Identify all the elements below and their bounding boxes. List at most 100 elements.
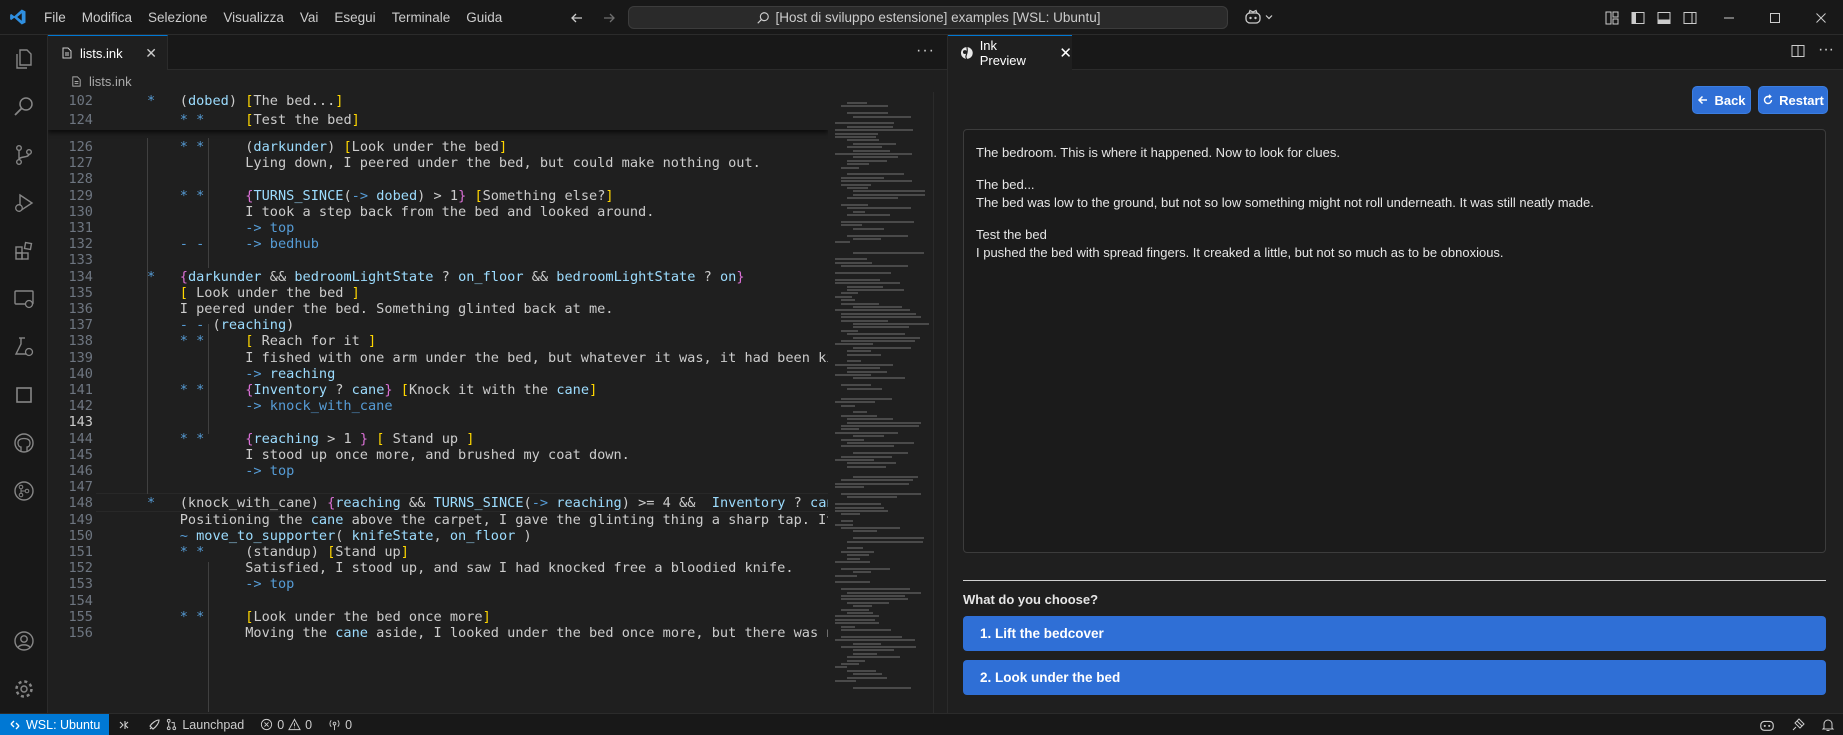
source-control-icon[interactable] bbox=[0, 131, 48, 179]
feedback-icon[interactable] bbox=[1791, 718, 1805, 732]
launchpad-label: Launchpad bbox=[182, 717, 245, 732]
back-arrow-icon[interactable] bbox=[568, 9, 586, 27]
search-sidebar-icon[interactable] bbox=[0, 83, 48, 131]
pull-request-icon bbox=[167, 718, 177, 731]
minimap-line bbox=[853, 142, 897, 145]
sync-icon bbox=[119, 720, 129, 729]
minimap-line bbox=[853, 652, 877, 655]
chevron-down-icon bbox=[1265, 15, 1273, 20]
menu-item-terminale[interactable]: Terminale bbox=[384, 0, 459, 35]
breadcrumb-file[interactable]: lists.ink bbox=[89, 74, 132, 89]
launchpad-item[interactable]: Launchpad bbox=[139, 718, 252, 732]
toggle-primary-sidebar-icon[interactable] bbox=[1630, 10, 1646, 26]
notifications-bell-icon[interactable] bbox=[1821, 718, 1835, 732]
minimap-line bbox=[835, 261, 872, 264]
gitlens-icon[interactable] bbox=[0, 467, 48, 515]
ink-panel-icon[interactable] bbox=[0, 371, 48, 419]
minimap-line bbox=[847, 370, 887, 373]
tab-label: lists.ink bbox=[80, 45, 123, 61]
back-button[interactable]: Back bbox=[1692, 86, 1751, 114]
ports-status[interactable]: 0 bbox=[320, 718, 360, 732]
minimap[interactable] bbox=[831, 92, 931, 713]
copilot-icon bbox=[1245, 9, 1261, 24]
choice-button-2[interactable]: 2. Look under the bed bbox=[963, 660, 1826, 695]
minimize-icon[interactable] bbox=[1706, 0, 1752, 35]
extensions-icon[interactable] bbox=[0, 227, 48, 275]
testing-icon[interactable] bbox=[0, 323, 48, 371]
navigation-arrows bbox=[568, 0, 618, 35]
command-center-search[interactable]: [Host di sviluppo estensione] examples [… bbox=[628, 6, 1228, 29]
minimap-line bbox=[853, 306, 902, 308]
story-line: Test the bed bbox=[976, 227, 1047, 242]
story-line: The bedroom. This is where it happened. … bbox=[976, 145, 1340, 160]
tab-lists-ink[interactable]: lists.ink ✕ bbox=[48, 35, 168, 70]
tab-ink-preview[interactable]: Ink Preview ✕ bbox=[948, 35, 1072, 70]
remote-indicator[interactable]: WSL: Ubuntu bbox=[0, 713, 110, 735]
more-actions-icon[interactable]: ··· bbox=[916, 42, 935, 60]
minimap-line bbox=[841, 588, 911, 591]
editor-scrollbar[interactable] bbox=[933, 92, 947, 713]
minimap-line bbox=[841, 550, 874, 553]
story-line: The bed... bbox=[976, 177, 1035, 192]
tab-label: Ink Preview bbox=[979, 38, 1026, 68]
code-line: 124 * * [Test the bed] bbox=[48, 111, 828, 130]
github-icon[interactable] bbox=[0, 419, 48, 467]
menu-item-modifica[interactable]: Modifica bbox=[74, 0, 140, 35]
back-label: Back bbox=[1714, 92, 1746, 108]
minimap-line bbox=[847, 367, 881, 370]
account-icon[interactable] bbox=[0, 617, 48, 665]
minimap-line bbox=[847, 207, 911, 210]
toggle-panel-icon[interactable] bbox=[1656, 10, 1672, 26]
remote-icon bbox=[10, 720, 20, 729]
run-debug-icon[interactable] bbox=[0, 179, 48, 227]
menu-bar: File Modifica Selezione Visualizza Vai Esegui… bbox=[36, 0, 510, 35]
customize-layout-icon[interactable] bbox=[1604, 10, 1620, 26]
menu-item-file[interactable]: File bbox=[36, 0, 74, 35]
minimap-line bbox=[841, 316, 921, 319]
settings-gear-icon[interactable] bbox=[0, 665, 48, 713]
close-icon[interactable]: ✕ bbox=[1059, 44, 1072, 62]
file-icon bbox=[62, 47, 72, 59]
remote-explorer-icon[interactable] bbox=[0, 275, 48, 323]
minimap-line bbox=[847, 421, 922, 424]
minimap-line bbox=[847, 234, 908, 237]
close-window-icon[interactable] bbox=[1798, 0, 1843, 35]
minimap-line bbox=[835, 258, 867, 261]
forward-arrow-icon[interactable] bbox=[600, 9, 618, 27]
minimap-line bbox=[847, 112, 888, 115]
menu-item-visualizza[interactable]: Visualizza bbox=[215, 0, 292, 35]
minimap-line bbox=[847, 214, 890, 217]
minimap-line bbox=[853, 323, 930, 325]
toggle-secondary-sidebar-icon[interactable] bbox=[1682, 10, 1698, 26]
menu-item-guida[interactable]: Guida bbox=[458, 0, 510, 35]
explorer-icon[interactable] bbox=[0, 35, 48, 83]
status-right bbox=[1759, 714, 1835, 735]
minimap-line bbox=[847, 360, 862, 363]
close-icon[interactable]: ✕ bbox=[145, 45, 157, 62]
minimap-line bbox=[841, 598, 908, 601]
problems-status[interactable]: 0 0 bbox=[252, 718, 320, 732]
more-actions-icon[interactable]: ··· bbox=[1818, 42, 1834, 59]
minimap-line bbox=[835, 622, 879, 625]
minimap-line bbox=[841, 425, 920, 427]
split-editor-icon[interactable] bbox=[1790, 43, 1806, 59]
copilot-status-icon[interactable] bbox=[1759, 717, 1775, 733]
minimap-line bbox=[835, 278, 881, 281]
menu-item-vai[interactable]: Vai bbox=[292, 0, 327, 35]
menu-item-esegui[interactable]: Esegui bbox=[326, 0, 383, 35]
story-line: I pushed the bed with spread fingers. It… bbox=[976, 245, 1504, 260]
minimap-line bbox=[847, 353, 882, 356]
copilot-menu[interactable] bbox=[1244, 8, 1274, 26]
minimap-line bbox=[835, 241, 850, 244]
choice-button-1[interactable]: 1. Lift the bedcover bbox=[963, 616, 1826, 651]
code-editor[interactable]: 102 * (dobed) [The bed...] 124 * * [Test t… bbox=[48, 92, 828, 713]
restart-button[interactable]: Restart bbox=[1758, 86, 1828, 114]
file-icon bbox=[72, 75, 81, 87]
sync-status[interactable] bbox=[109, 718, 139, 732]
minimap-line bbox=[847, 547, 864, 550]
menu-item-selezione[interactable]: Selezione bbox=[140, 0, 215, 35]
maximize-icon[interactable] bbox=[1752, 0, 1798, 35]
ports-count: 0 bbox=[345, 717, 353, 732]
ink-preview-icon bbox=[960, 46, 973, 60]
preview-tabs: Ink Preview ✕ ··· bbox=[948, 35, 1843, 70]
